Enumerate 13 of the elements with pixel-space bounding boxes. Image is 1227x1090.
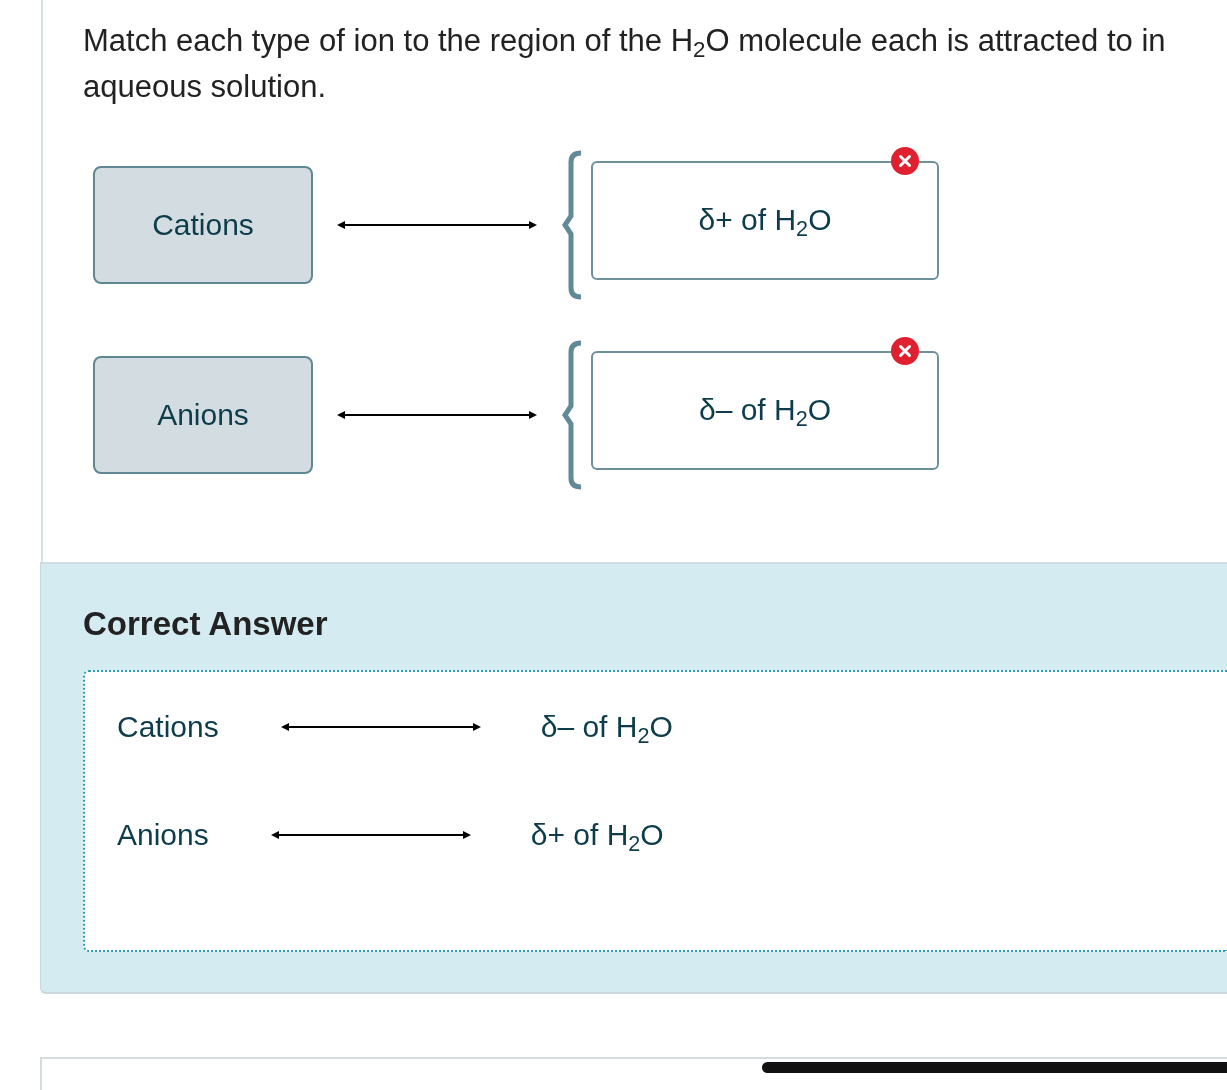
ion-label: Anions xyxy=(117,818,209,852)
question-text: Match each type of ion to the region of the H$_{2}$O molecule each is attracted to in aqueous solution. xyxy=(83,22,1167,106)
ion-card: Anions xyxy=(93,356,313,474)
answer-card[interactable]: δ+ of H$_{2}$O xyxy=(591,160,939,280)
region-label: δ+ of H$_{2}$O xyxy=(530,818,664,852)
ion-card: Cations xyxy=(93,166,313,284)
brace-icon xyxy=(562,150,582,300)
brace-icon xyxy=(562,340,582,490)
answer-card[interactable]: δ– of H$_{2}$O xyxy=(591,350,939,470)
section-title: Correct Answer xyxy=(83,606,328,642)
ion-label: Cations xyxy=(117,710,219,744)
scrollbar-thumb[interactable] xyxy=(762,1062,1227,1073)
region-label: δ– of H$_{2}$O xyxy=(540,710,673,744)
